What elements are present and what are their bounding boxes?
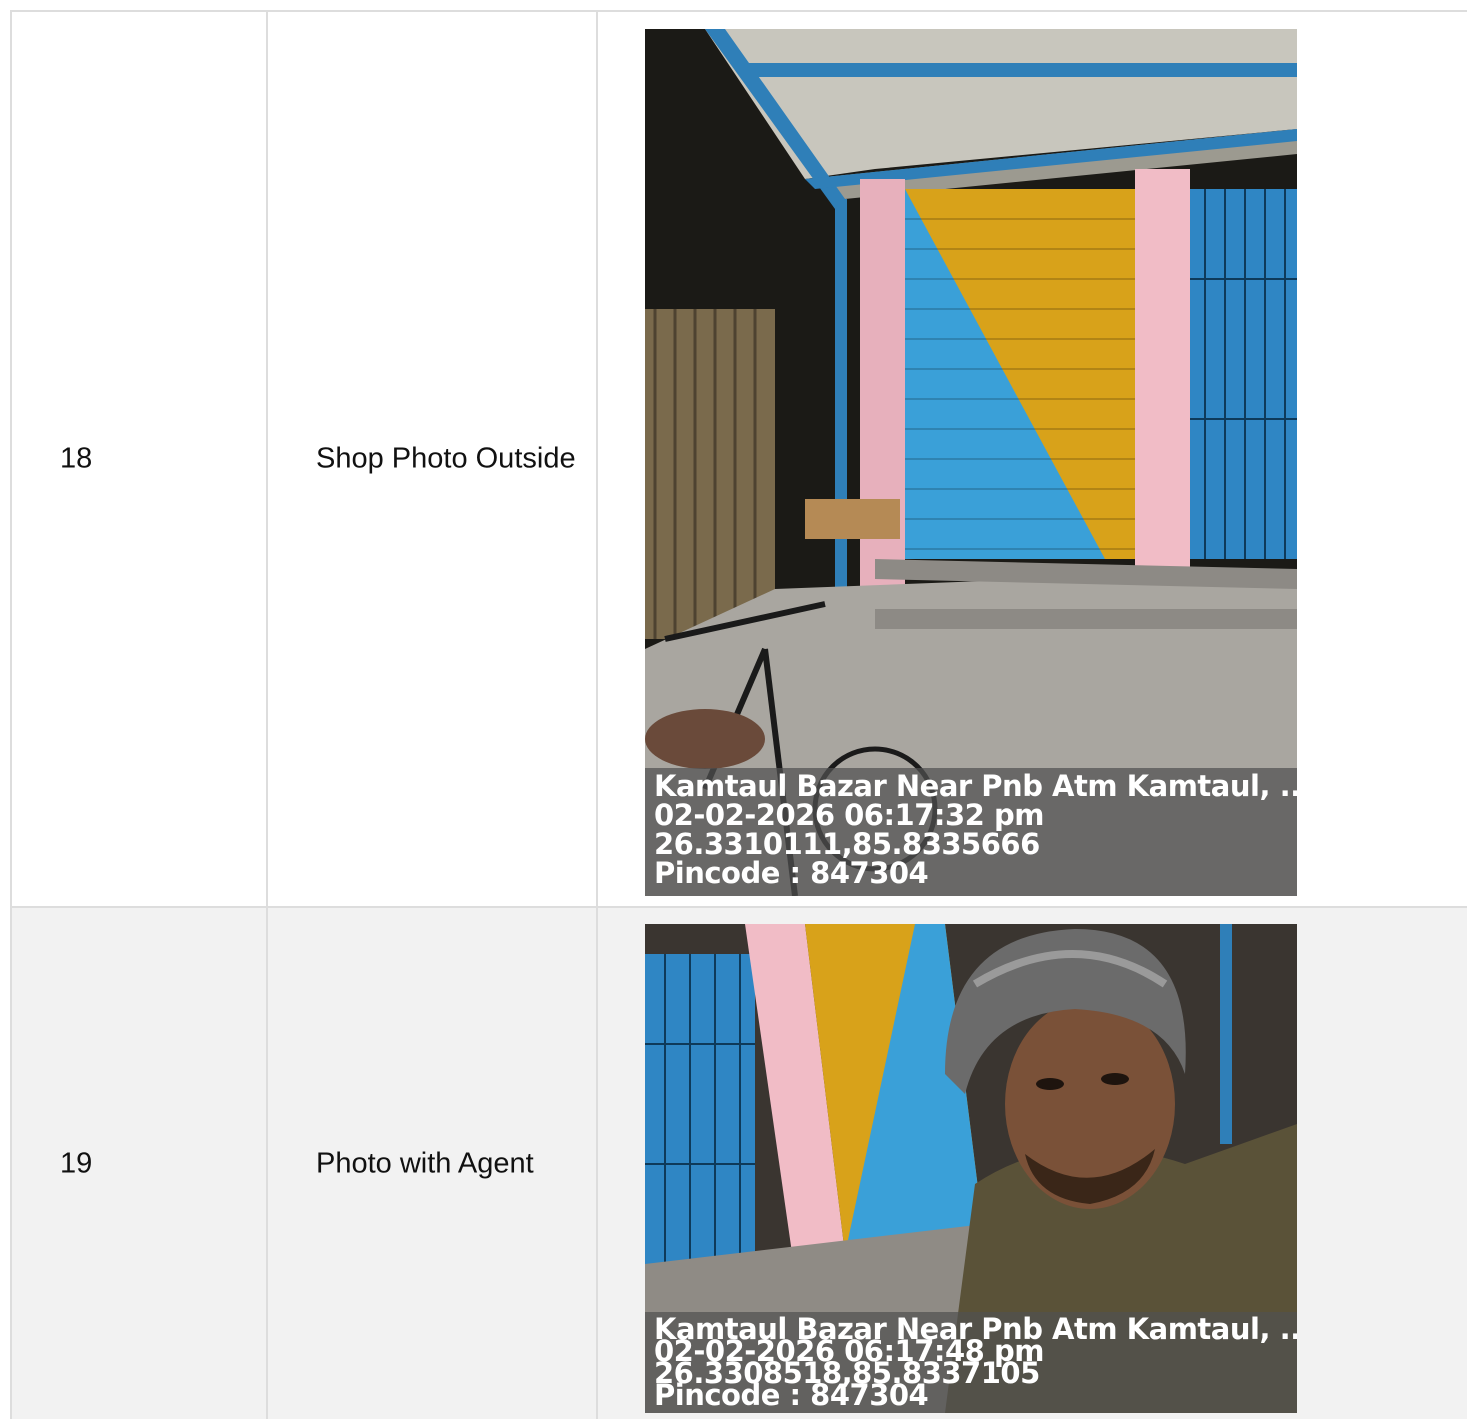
shop-shutter-photo-icon xyxy=(645,29,1297,896)
serial-number-cell: 19 xyxy=(10,908,266,1419)
document-label-cell: Photo with Agent xyxy=(266,908,596,1419)
stamp-coordinates: 26.3310111,85.8335666 xyxy=(654,827,1040,861)
stamp-datetime: 02-02-2026 06:17:32 pm xyxy=(654,798,1044,832)
serial-number: 18 xyxy=(60,442,93,475)
photo-cell: Kamtaul Bazar Near Pnb Atm Kamtaul, ... … xyxy=(596,12,1467,906)
document-label-cell: Shop Photo Outside xyxy=(266,12,596,906)
document-label: Shop Photo Outside xyxy=(316,442,576,475)
document-label: Photo with Agent xyxy=(316,1147,534,1179)
table-row: 19 Photo with Agent Kamtaul Bazar Near P… xyxy=(10,908,1467,1419)
photo-cell: Kamtaul Bazar Near Pnb Atm Kamtaul, ... … xyxy=(596,908,1467,1419)
stamp-address: Kamtaul Bazar Near Pnb Atm Kamtaul, ... xyxy=(654,769,1297,803)
stamp-pincode: Pincode : 847304 xyxy=(654,856,929,890)
geo-stamp: Kamtaul Bazar Near Pnb Atm Kamtaul, ... … xyxy=(645,768,1297,896)
serial-number-cell: 18 xyxy=(10,12,266,906)
photo-with-agent[interactable]: Kamtaul Bazar Near Pnb Atm Kamtaul, ... … xyxy=(645,924,1297,1413)
serial-number: 19 xyxy=(60,1147,93,1179)
table-row: 18 Shop Photo Outside Kamtaul Bazar Near… xyxy=(10,12,1467,908)
shop-photo-outside[interactable]: Kamtaul Bazar Near Pnb Atm Kamtaul, ... … xyxy=(645,29,1297,896)
data-table: 18 Shop Photo Outside Kamtaul Bazar Near… xyxy=(10,10,1467,1419)
geo-stamp: Kamtaul Bazar Near Pnb Atm Kamtaul, ... … xyxy=(645,1312,1297,1413)
